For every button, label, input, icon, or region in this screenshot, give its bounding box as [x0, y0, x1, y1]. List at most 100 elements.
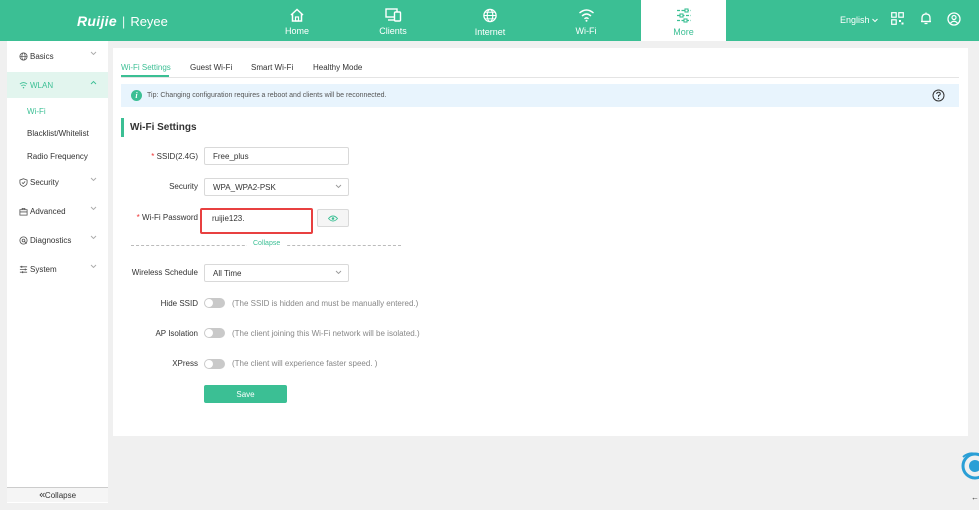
sidebar-item-label: Diagnostics	[30, 235, 72, 245]
xpress-hint: (The client will experience faster speed…	[232, 359, 378, 368]
brand-separator: |	[121, 13, 126, 29]
chevron-down-icon	[90, 264, 97, 269]
sidebar-item-wlan[interactable]: WLAN	[7, 72, 108, 98]
tab-wifi-settings[interactable]: Wi-Fi Settings	[121, 63, 171, 72]
toggle-knob	[205, 360, 213, 368]
chevron-down-icon	[90, 177, 97, 182]
chevron-down-icon	[335, 270, 342, 275]
help-icon[interactable]	[932, 89, 945, 102]
stethoscope-icon	[19, 235, 28, 245]
language-select[interactable]: English	[840, 15, 878, 25]
sidebar-item-label: Security	[30, 177, 59, 187]
user-icon[interactable]	[947, 12, 961, 26]
globe-icon	[19, 51, 28, 61]
chevron-down-icon	[90, 235, 97, 240]
ssid-label: * SSID(2.4G)	[116, 152, 198, 161]
tip-banner: i Tip: Changing configuration requires a…	[121, 84, 959, 107]
toggle-knob	[205, 299, 213, 307]
arrow-left-icon: ←	[971, 493, 979, 502]
tab-divider	[121, 77, 959, 78]
sidebar-item-security[interactable]: Security	[7, 169, 108, 195]
xpress-label: XPress	[172, 359, 198, 368]
chevron-down-icon	[90, 51, 97, 56]
hide-ssid-hint: (The SSID is hidden and must be manually…	[232, 299, 419, 308]
nav-label: Home	[284, 26, 309, 36]
sidebar-item-label: System	[30, 264, 57, 274]
collapse-link[interactable]: Collapse	[247, 240, 287, 247]
globe-icon	[483, 8, 497, 23]
sidebar-subitem-blacklist-whitelist[interactable]: Blacklist/Whitelist	[27, 129, 89, 138]
section-title: Wi-Fi Settings	[121, 118, 197, 137]
active-tab-indicator	[121, 75, 169, 77]
ssid-input[interactable]: Free_plus	[204, 147, 349, 165]
language-label: English	[840, 15, 870, 25]
system-icon	[19, 265, 28, 273]
sidebar-subitem-wifi[interactable]: Wi-Fi	[27, 107, 46, 116]
sidebar-item-label: Basics	[30, 51, 54, 61]
show-password-button[interactable]	[317, 209, 349, 227]
brand-product-text: Reyee	[130, 13, 168, 29]
ssid-label-text: SSID(2.4G)	[156, 152, 198, 161]
required-marker: *	[136, 213, 140, 222]
sidebar-item-label: Advanced	[30, 206, 66, 216]
nav-clients[interactable]: Clients	[345, 0, 441, 41]
nav-label: More	[673, 27, 694, 37]
sidebar-item-basics[interactable]: Basics	[7, 43, 108, 69]
password-label: * Wi-Fi Password	[116, 213, 198, 222]
nav-home[interactable]: Home	[249, 0, 345, 41]
security-label: Security	[169, 182, 198, 191]
wifi-icon	[578, 9, 594, 22]
tab-guest-wifi[interactable]: Guest Wi-Fi	[190, 63, 232, 72]
security-value: WPA_WPA2-PSK	[213, 182, 276, 192]
bell-icon[interactable]	[920, 12, 932, 25]
floating-assistant-icon[interactable]	[961, 452, 979, 480]
sidebar-item-system[interactable]: System	[7, 256, 108, 282]
required-marker: *	[151, 152, 155, 161]
nav-more[interactable]: More	[641, 0, 726, 41]
password-label-text: Wi-Fi Password	[141, 213, 198, 222]
sidebar-item-diagnostics[interactable]: Diagnostics	[7, 227, 108, 253]
sidebar-subitem-radio-frequency[interactable]: Radio Frequency	[27, 152, 88, 161]
ssid-value: Free_plus	[213, 151, 249, 161]
xpress-toggle[interactable]	[204, 359, 225, 369]
tip-text: Tip: Changing configuration requires a r…	[147, 92, 387, 99]
chevron-up-icon	[90, 80, 97, 85]
eye-icon	[328, 215, 338, 221]
qr-code-icon[interactable]	[891, 12, 904, 25]
nav-label: Internet	[474, 27, 506, 37]
security-select[interactable]: WPA_WPA2-PSK	[204, 178, 349, 196]
hide-ssid-toggle[interactable]	[204, 298, 225, 308]
chevron-down-icon	[335, 184, 342, 189]
save-button[interactable]: Save	[204, 385, 287, 403]
tab-smart-wifi[interactable]: Smart Wi-Fi	[251, 63, 293, 72]
clients-icon	[384, 8, 401, 22]
sidebar-collapse-label: Collapse	[44, 490, 77, 500]
wireless-schedule-select[interactable]: All Time	[204, 264, 349, 282]
info-icon: i	[131, 90, 142, 101]
toggle-knob	[205, 329, 213, 337]
main-panel: Wi-Fi Settings Guest Wi-Fi Smart Wi-Fi H…	[113, 48, 968, 436]
sidebar-item-advanced[interactable]: Advanced	[7, 198, 108, 224]
nav-internet[interactable]: Internet	[442, 0, 538, 41]
chevron-down-icon	[90, 206, 97, 211]
hide-ssid-label: Hide SSID	[160, 299, 198, 308]
brand-logo[interactable]: Ruijie | Reyee	[77, 13, 168, 29]
ap-isolation-toggle[interactable]	[204, 328, 225, 338]
sidebar: Basics WLAN Wi-Fi Blacklist/Whitelist Ra…	[7, 41, 108, 503]
wifi-icon	[19, 82, 28, 89]
nav-label: Wi-Fi	[575, 26, 597, 36]
tab-healthy-mode[interactable]: Healthy Mode	[313, 63, 362, 72]
ap-isolation-label: AP Isolation	[155, 329, 198, 338]
top-navigation-bar: Ruijie | Reyee Home Clients Internet Wi-…	[0, 0, 979, 41]
wireless-schedule-label: Wireless Schedule	[131, 268, 198, 277]
sidebar-item-label: WLAN	[30, 80, 54, 90]
sliders-icon	[676, 8, 691, 23]
wireless-schedule-value: All Time	[213, 268, 242, 278]
sidebar-collapse-button[interactable]: Collapse	[7, 487, 108, 502]
password-highlight-box	[200, 208, 313, 234]
ap-isolation-hint: (The client joining this Wi-Fi network w…	[232, 329, 420, 338]
nav-wifi[interactable]: Wi-Fi	[538, 0, 634, 41]
nav-label: Clients	[379, 26, 407, 36]
shield-icon	[19, 177, 28, 187]
briefcase-icon	[19, 207, 28, 216]
